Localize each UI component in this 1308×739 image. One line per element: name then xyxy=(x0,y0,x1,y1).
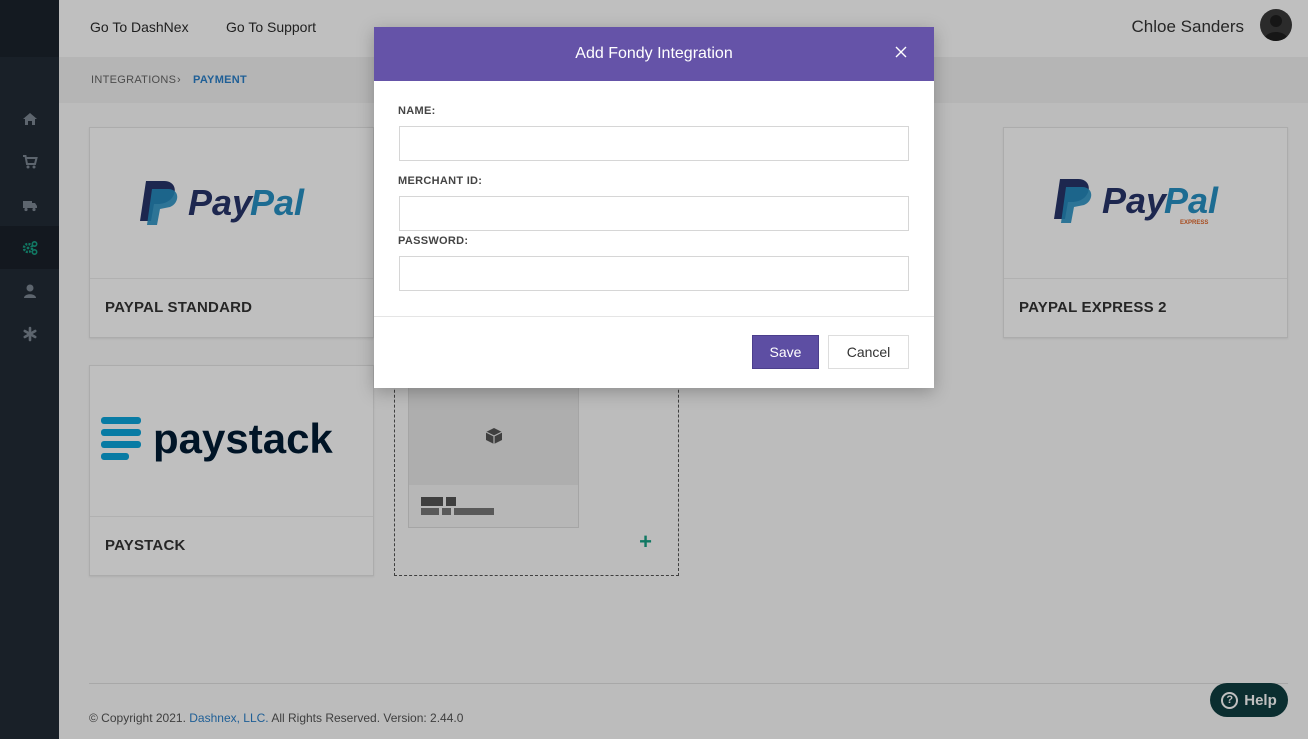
cancel-button[interactable]: Cancel xyxy=(828,335,909,369)
add-integration-modal: Add Fondy Integration NAME: MERCHANT ID:… xyxy=(374,27,934,388)
name-field[interactable] xyxy=(399,126,909,161)
close-icon[interactable] xyxy=(894,45,908,61)
modal-header: Add Fondy Integration xyxy=(374,27,934,81)
modal-body: NAME: MERCHANT ID: PASSWORD: xyxy=(374,81,934,317)
merchant-id-field[interactable] xyxy=(399,196,909,231)
merchant-id-label: MERCHANT ID: xyxy=(398,175,483,187)
name-label: NAME: xyxy=(398,105,436,117)
modal-title: Add Fondy Integration xyxy=(575,45,733,62)
save-button[interactable]: Save xyxy=(752,335,819,369)
password-label: PASSWORD: xyxy=(398,235,469,247)
password-field[interactable] xyxy=(399,256,909,291)
